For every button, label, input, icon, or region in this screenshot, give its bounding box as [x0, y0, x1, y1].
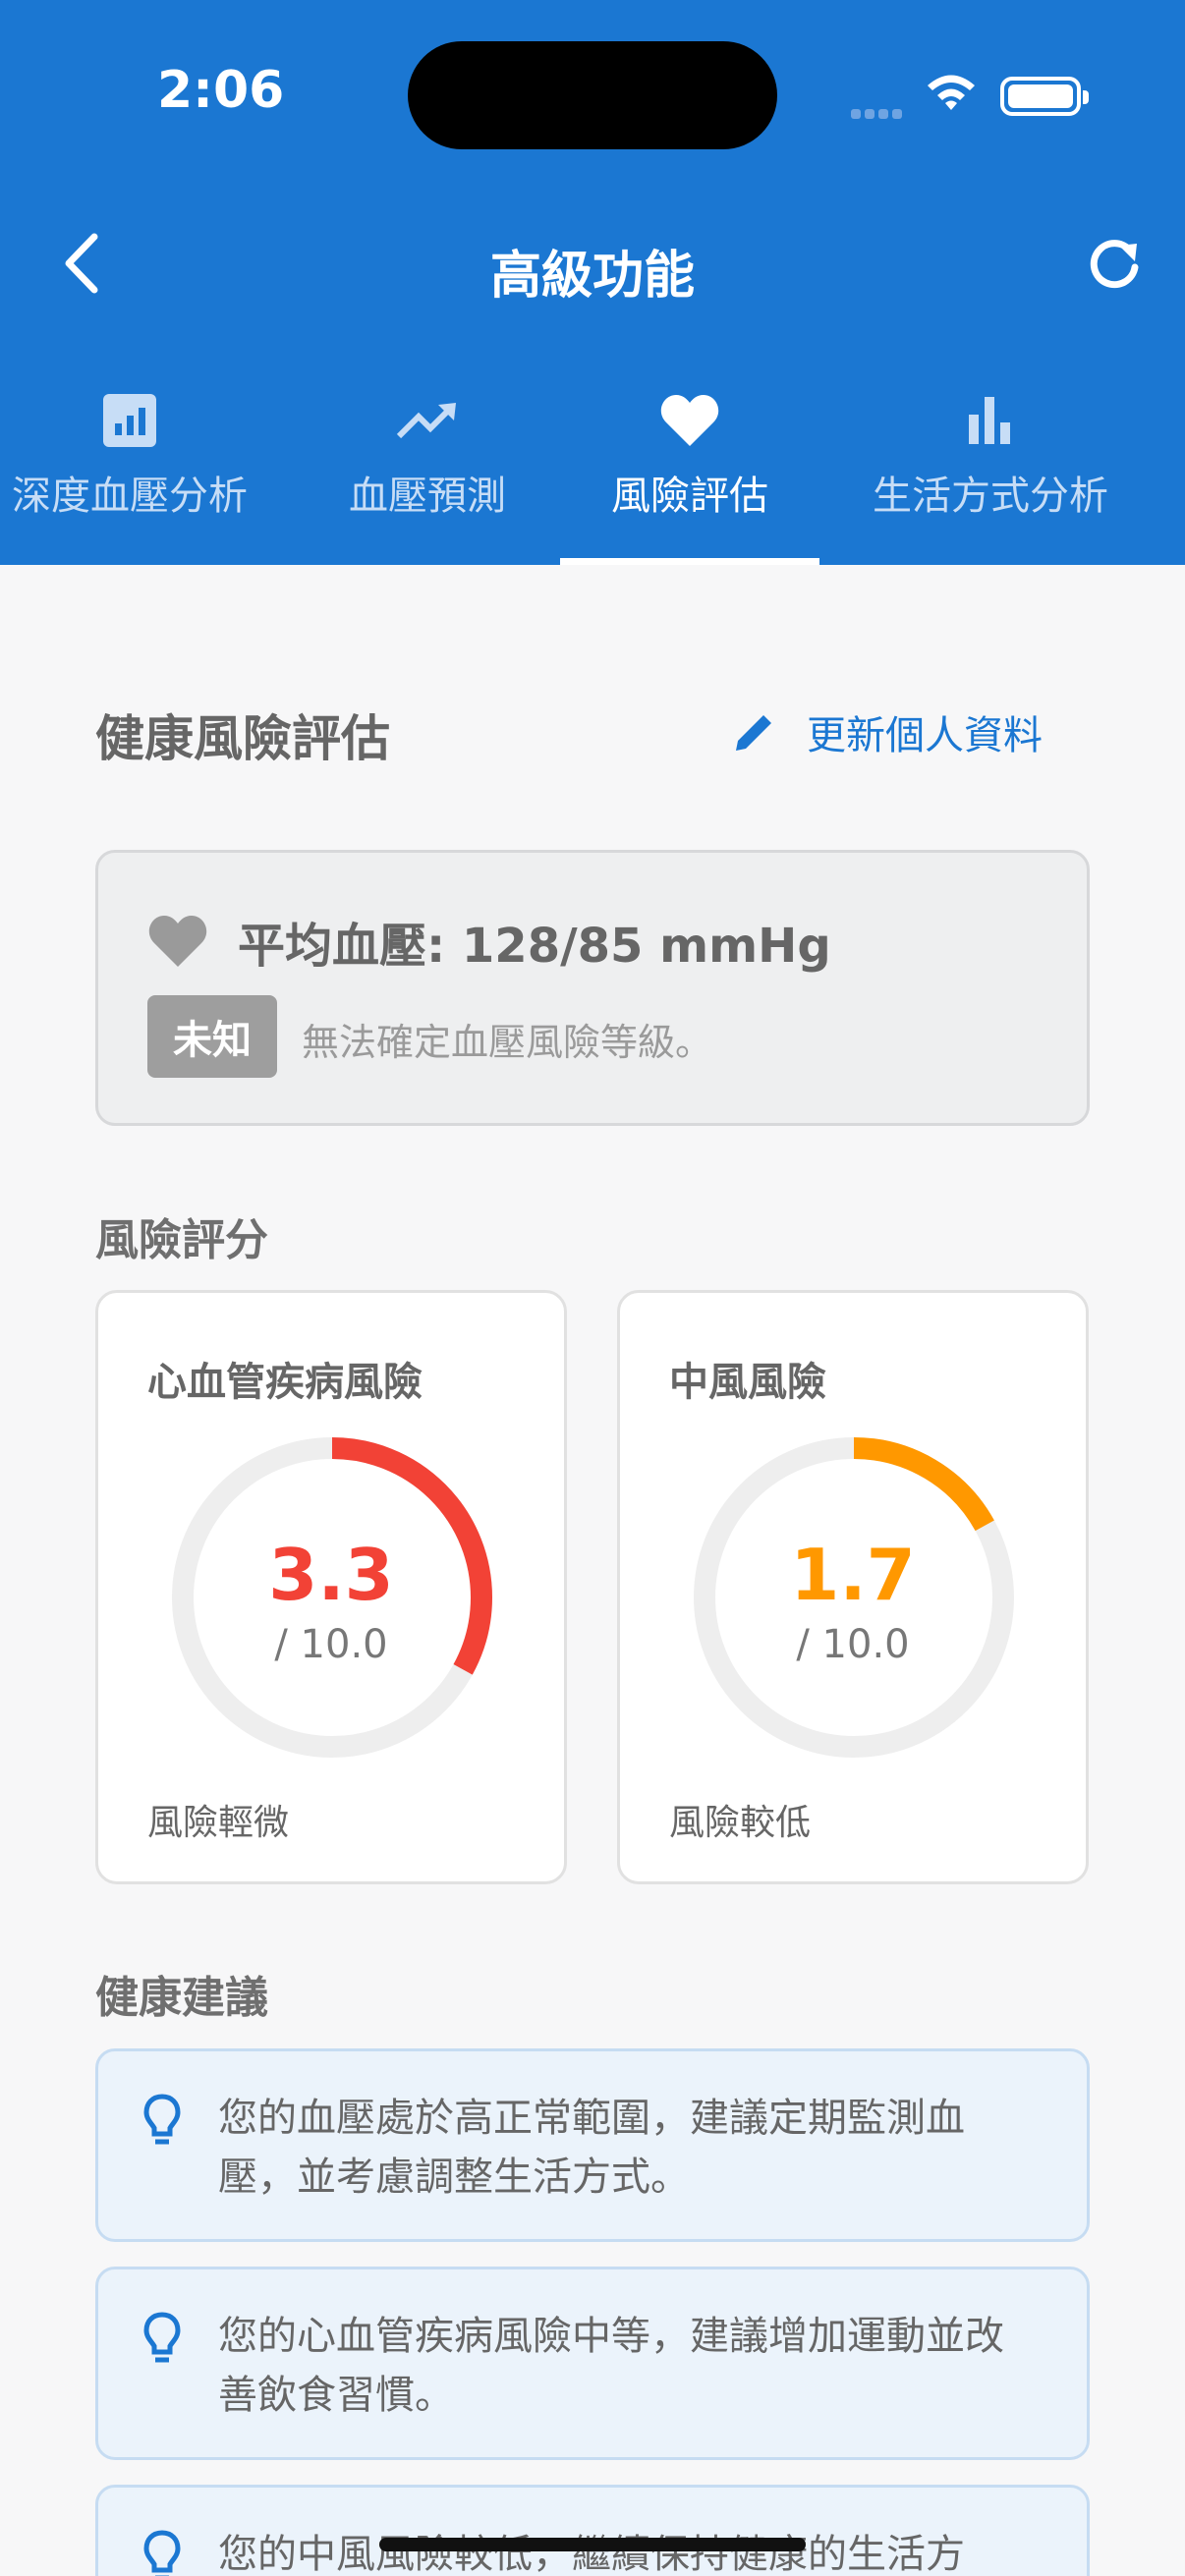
- battery-icon: [1000, 77, 1089, 116]
- heart-icon: [148, 916, 207, 967]
- advice-text: 您的心血管疾病風險中等，建議增加運動並改善飲食習慣。: [218, 2314, 1004, 2418]
- risk-score-max: / 10.0: [274, 1622, 388, 1667]
- analytics-icon: [0, 388, 259, 452]
- tab-label: 深度血壓分析: [12, 474, 248, 519]
- lightbulb-icon: [143, 2312, 181, 2363]
- page-title: 高級功能: [489, 247, 695, 306]
- update-profile-button[interactable]: 更新個人資料: [732, 703, 1043, 760]
- home-indicator: [379, 2538, 806, 2551]
- wifi-icon: [924, 71, 979, 118]
- tab-label: 血壓預測: [349, 474, 506, 519]
- tab-bp-prediction[interactable]: 血壓預測: [324, 388, 531, 521]
- advice-title: 健康建議: [95, 1973, 268, 2023]
- advice-text: 您的血壓處於高正常範圍，建議定期監測血壓，並考慮調整生活方式。: [218, 2096, 965, 2200]
- update-profile-label: 更新個人資料: [807, 713, 1043, 758]
- advice-card: 您的心血管疾病風險中等，建議增加運動並改善飲食習慣。: [95, 2267, 1090, 2460]
- status-time: 2:06: [157, 61, 285, 120]
- card-title: 心血管疾病風險: [147, 1360, 423, 1405]
- card-title: 中風風險: [669, 1360, 826, 1405]
- app-header: 2:06 高級功能 深度血壓分析 血壓預測 風險評估 生活方式分析: [0, 0, 1185, 565]
- tab-label: 風險評估: [611, 474, 768, 519]
- risk-description: 風險較低: [669, 1803, 812, 1843]
- bp-summary-card: 平均血壓: 128/85 mmHg 未知 無法確定血壓風險等級。: [95, 850, 1090, 1126]
- tab-deep-analysis[interactable]: 深度血壓分析: [0, 388, 259, 521]
- bar-chart-icon: [855, 388, 1126, 452]
- active-tab-indicator: [560, 558, 819, 565]
- heart-icon: [560, 388, 819, 452]
- edit-icon: [736, 715, 771, 751]
- bp-risk-description: 無法確定血壓風險等級。: [302, 1021, 713, 1064]
- dynamic-island: [408, 41, 777, 149]
- risk-score-value: 3.3: [268, 1534, 394, 1616]
- tab-risk-assessment[interactable]: 風險評估: [560, 388, 819, 521]
- risk-score-title: 風險評分: [95, 1215, 268, 1265]
- tab-label: 生活方式分析: [873, 474, 1108, 519]
- advice-card: 您的中風風險較低，繼續保持健康的生活方: [95, 2485, 1090, 2576]
- lightbulb-icon: [143, 2094, 181, 2145]
- cellular-signal-icon: [851, 104, 906, 123]
- average-bp: 平均血壓: 128/85 mmHg: [238, 919, 831, 974]
- risk-score-value: 1.7: [790, 1534, 916, 1616]
- section-title: 健康風險評估: [95, 710, 390, 767]
- risk-description: 風險輕微: [147, 1803, 290, 1843]
- tab-lifestyle-analysis[interactable]: 生活方式分析: [855, 388, 1126, 521]
- cardiovascular-risk-card: 心血管疾病風險 3.3 / 10.0 風險輕微: [95, 1290, 567, 1884]
- risk-score-max: / 10.0: [796, 1622, 910, 1667]
- stroke-risk-card: 中風風險 1.7 / 10.0 風險較低: [617, 1290, 1089, 1884]
- risk-level-badge: 未知: [147, 995, 277, 1078]
- advice-card: 您的血壓處於高正常範圍，建議定期監測血壓，並考慮調整生活方式。: [95, 2048, 1090, 2242]
- lightbulb-icon: [143, 2530, 181, 2576]
- refresh-button[interactable]: [1086, 234, 1145, 297]
- trending-up-icon: [324, 388, 531, 452]
